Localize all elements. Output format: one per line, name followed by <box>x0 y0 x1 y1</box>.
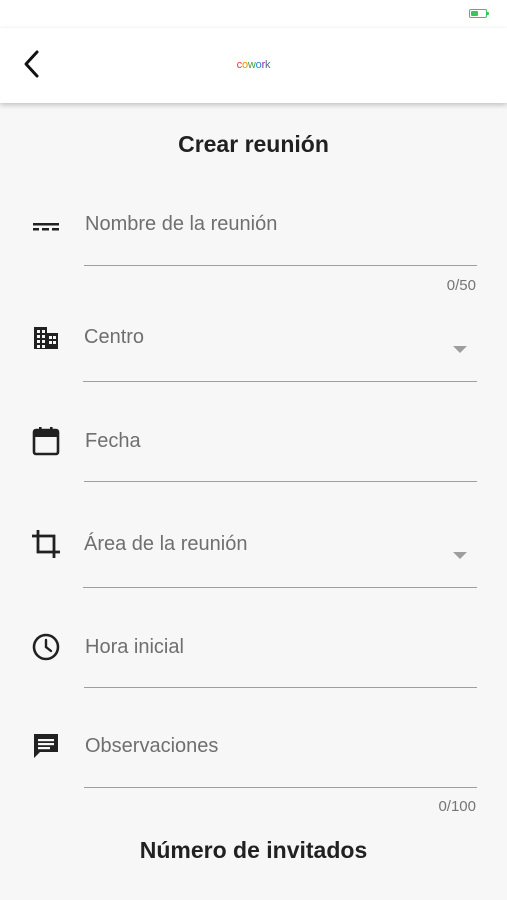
center-select[interactable]: Centro <box>83 318 477 384</box>
underline <box>84 787 477 788</box>
dropdown-arrow-icon <box>453 346 467 353</box>
dropdown-arrow-icon <box>453 552 467 559</box>
start-time-label: Hora inicial <box>85 636 184 658</box>
battery-icon <box>469 9 489 18</box>
notes-input[interactable]: Observaciones <box>84 726 477 790</box>
center-label: Centro <box>84 326 145 348</box>
meeting-name-label: Nombre de la reunión <box>85 213 278 235</box>
underline <box>83 381 477 382</box>
guests-section-title: Número de invitados <box>139 837 368 863</box>
calendar-icon <box>30 425 62 457</box>
notes-label: Observaciones <box>85 735 219 757</box>
meeting-area-select[interactable]: Área de la reunión <box>83 524 477 590</box>
meeting-area-label: Área de la reunión <box>84 533 248 555</box>
date-input[interactable]: Fecha <box>84 420 477 484</box>
app-bar: cowork <box>0 28 507 103</box>
status-bar <box>0 0 507 28</box>
comment-icon <box>30 730 62 762</box>
start-time-input[interactable]: Hora inicial <box>84 626 477 690</box>
underline <box>83 587 477 588</box>
clock-icon <box>30 631 62 663</box>
notes-char-counter: 0/100 <box>438 798 476 815</box>
date-label: Fecha <box>85 430 141 452</box>
app-logo: cowork <box>236 59 271 71</box>
underline <box>84 687 477 688</box>
building-icon <box>30 322 62 354</box>
page-title: Crear reunión <box>178 131 329 157</box>
name-char-counter: 0/50 <box>446 277 476 294</box>
underline <box>84 481 477 482</box>
crop-icon <box>30 528 62 560</box>
short-text-icon <box>30 210 62 242</box>
meeting-name-input[interactable]: Nombre de la reunión <box>84 205 477 267</box>
underline <box>84 265 477 266</box>
